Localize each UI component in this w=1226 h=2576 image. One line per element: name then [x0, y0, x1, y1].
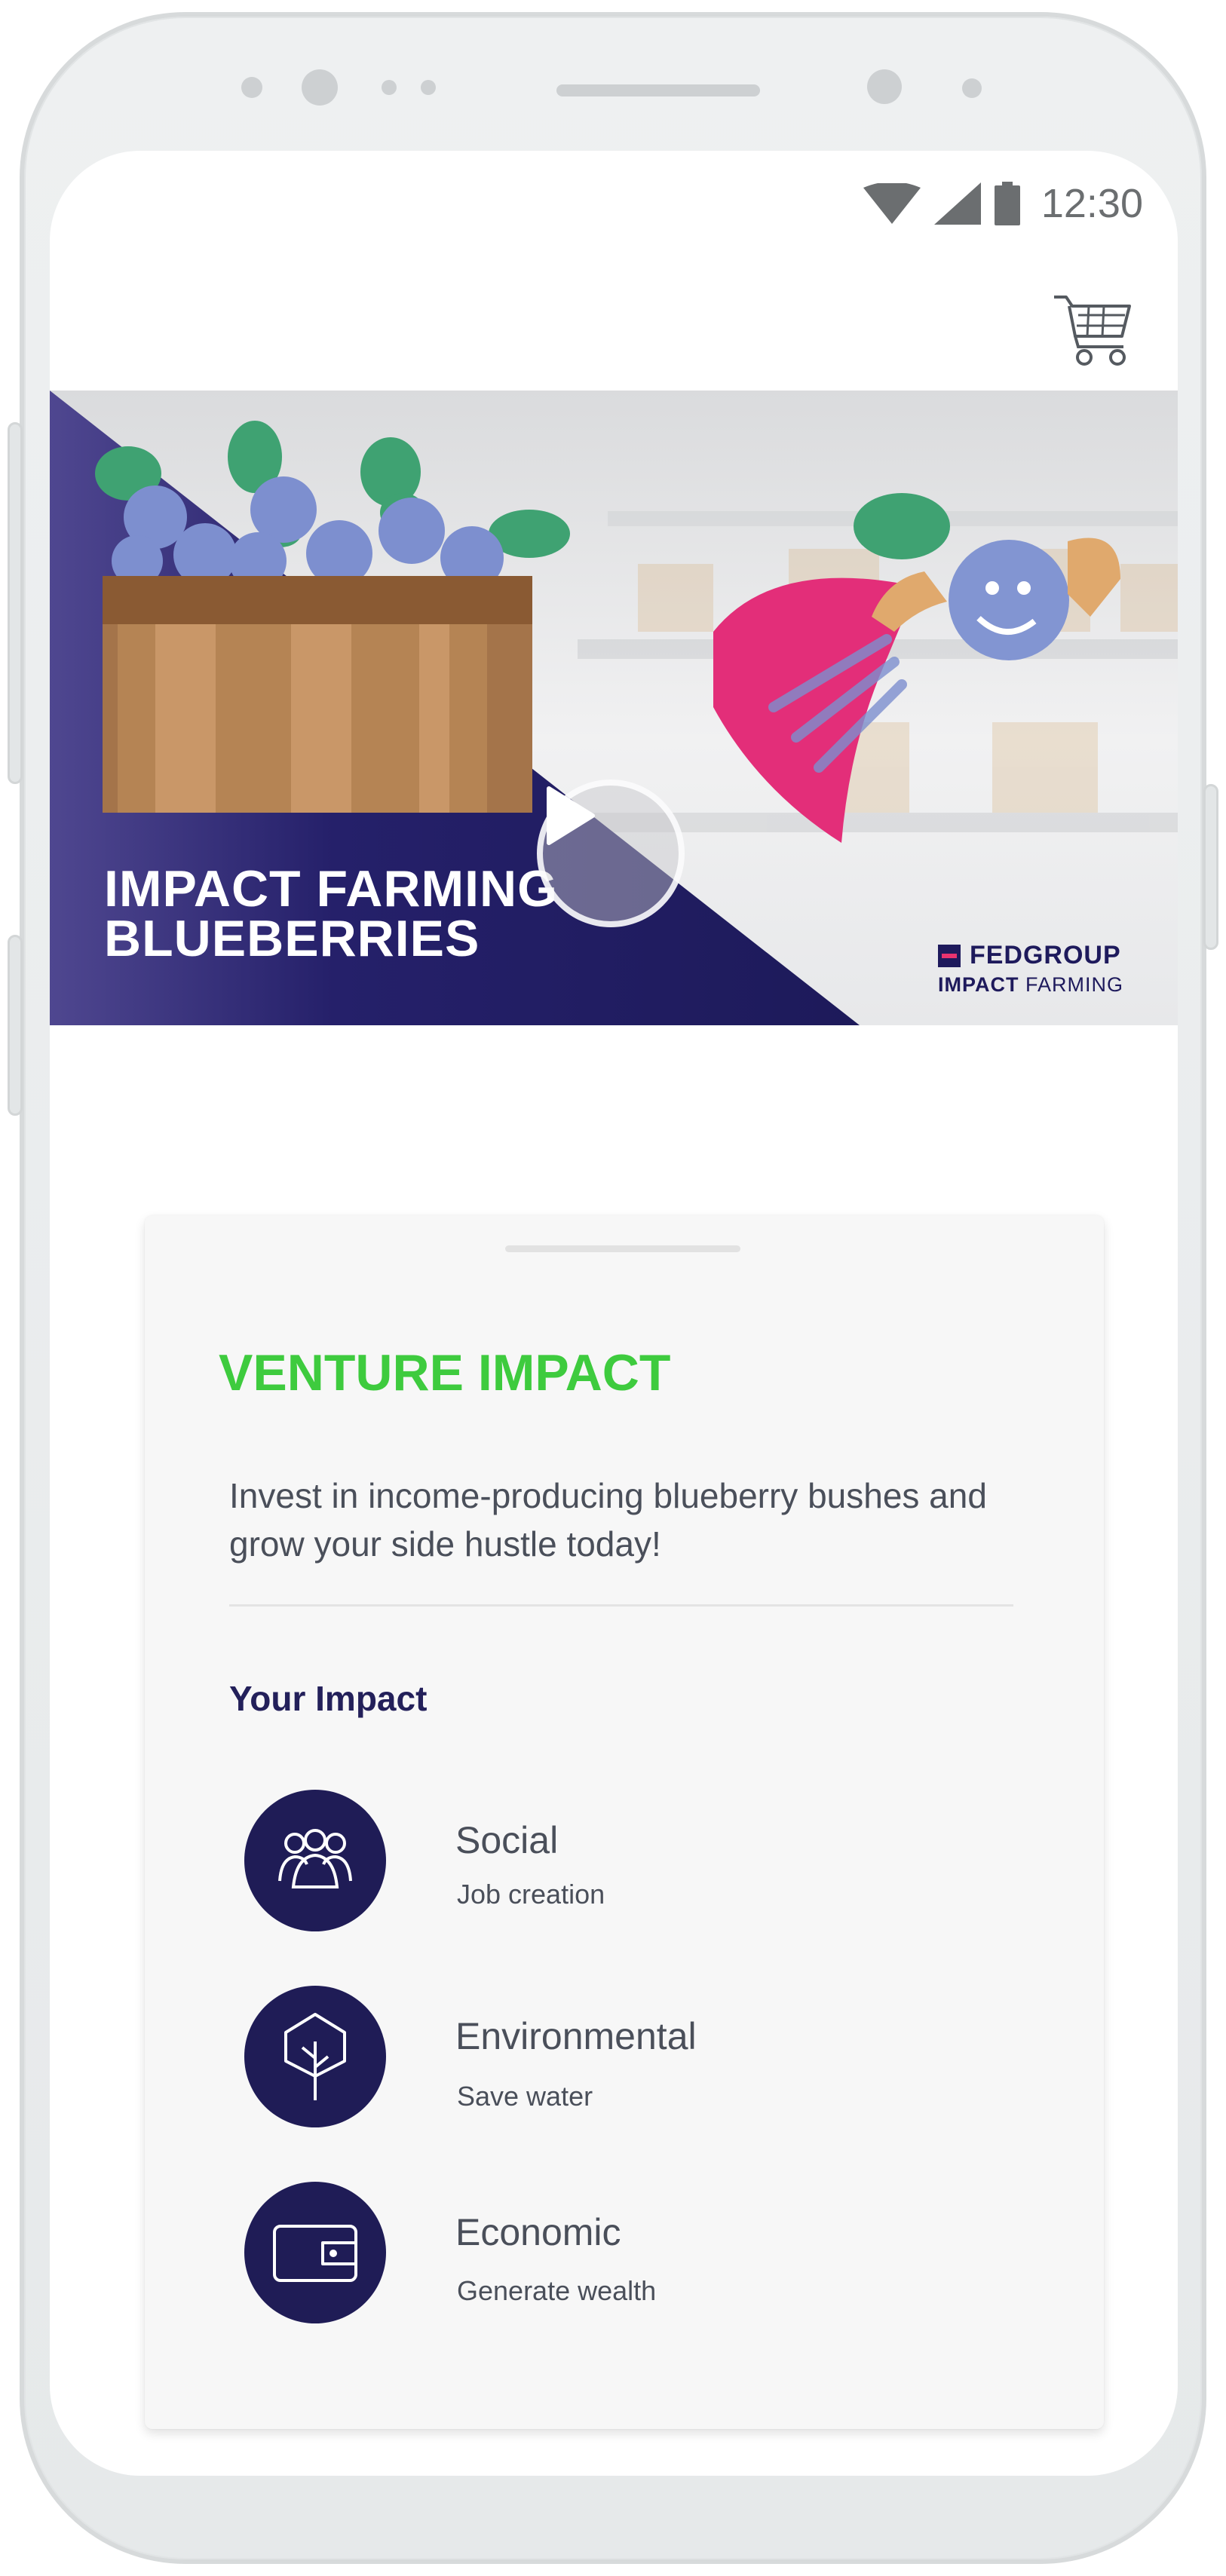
people-icon	[244, 1790, 386, 1931]
sensor-dot	[421, 80, 436, 95]
side-button	[8, 935, 23, 1116]
fedgroup-logo-icon	[937, 944, 961, 967]
card-description: Invest in income-producing blueberry bus…	[229, 1476, 987, 1564]
power-button	[1203, 784, 1218, 950]
signal-icon	[933, 182, 981, 225]
play-icon	[547, 786, 595, 845]
proximity-sensor	[867, 69, 902, 104]
card-title: VENTURE IMPACT	[219, 1344, 671, 1401]
impact-detail: Save water	[457, 2081, 593, 2112]
sensor-dot	[382, 80, 397, 95]
impact-name: Social	[455, 1819, 559, 1861]
impact-item-social: Social Job creation	[244, 1790, 923, 1933]
sensor-dot	[962, 78, 982, 98]
impact-item-economic: Economic Generate wealth	[244, 2182, 923, 2325]
wifi-icon	[863, 183, 921, 224]
hero-title-line-1: IMPACT FARMING	[104, 860, 559, 917]
brand-logo: FEDGROUP IMPACT FARMING	[937, 941, 1123, 997]
tree-icon	[244, 1986, 386, 2127]
earpiece-speaker	[556, 84, 760, 96]
hero-title-line-2: BLUEBERRIES	[104, 910, 480, 967]
wallet-icon	[244, 2182, 386, 2323]
hero-title: IMPACT FARMING BLUEBERRIES	[104, 860, 559, 967]
impact-heading: Your Impact	[229, 1679, 428, 1718]
status-time: 12:30	[1041, 181, 1143, 226]
play-button[interactable]	[537, 780, 685, 927]
divider	[229, 1604, 1013, 1607]
impact-name: Economic	[455, 2211, 621, 2253]
brand-name: FEDGROUP	[969, 941, 1121, 969]
status-bar: 12:30	[50, 151, 1178, 256]
impact-detail: Job creation	[457, 1879, 605, 1910]
app-screen: 12:30 IMPACT FARMING BLUEBERRIES FEDGROU…	[50, 151, 1178, 2476]
drag-handle[interactable]	[505, 1245, 740, 1252]
brand-subtitle: IMPACT FARMING	[938, 973, 1123, 997]
brand-subtitle-bold: IMPACT	[937, 973, 1019, 996]
impact-detail: Generate wealth	[457, 2275, 657, 2306]
sensor-dot	[241, 77, 262, 98]
cart-icon[interactable]	[1051, 293, 1133, 368]
volume-button	[8, 422, 23, 784]
brand-subtitle-rest: FARMING	[1019, 973, 1123, 996]
battery-icon	[994, 182, 1020, 225]
front-camera	[302, 69, 338, 106]
hero-video-banner[interactable]: IMPACT FARMING BLUEBERRIES FEDGROUP IMPA…	[50, 391, 1178, 1025]
impact-name: Environmental	[455, 2015, 697, 2057]
impact-item-environmental: Environmental Save water	[244, 1986, 923, 2129]
venture-card: VENTURE IMPACT Invest in income-producin…	[145, 1215, 1104, 2429]
